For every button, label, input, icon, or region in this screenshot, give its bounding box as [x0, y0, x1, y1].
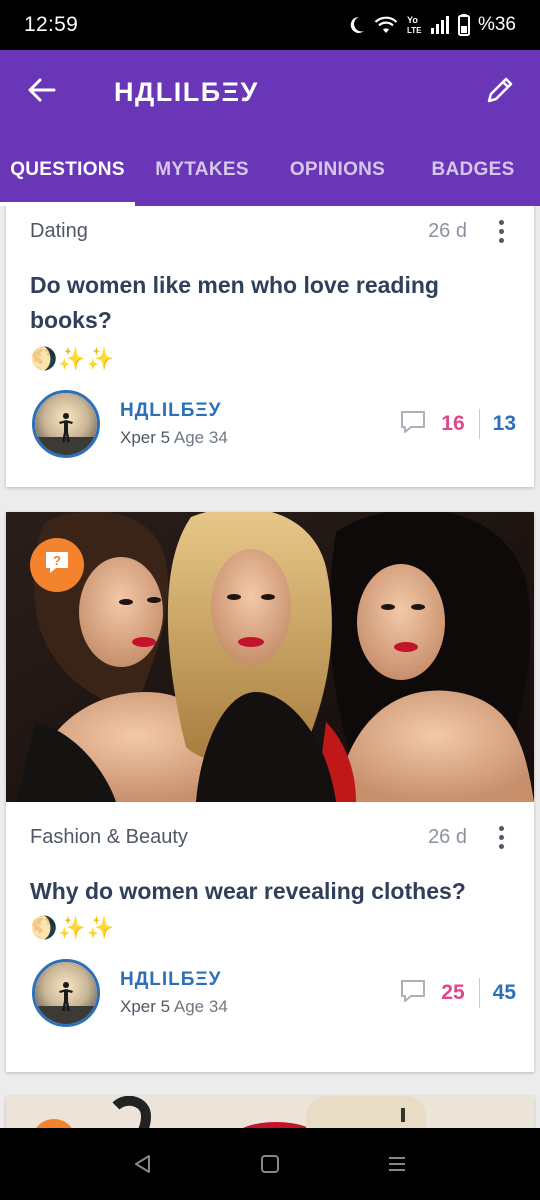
question-title[interactable]: Why do women wear revealing clothes?	[6, 874, 534, 909]
back-button[interactable]	[0, 50, 84, 134]
post-stats: 16 13	[399, 409, 516, 440]
svg-text:LTE: LTE	[407, 26, 422, 35]
comment-count: 25	[441, 981, 465, 1004]
author-sub: Xper 5 Age 34	[120, 997, 399, 1017]
status-time: 12:59	[24, 13, 79, 36]
moon-icon	[346, 15, 366, 35]
status-icons: Yo LTE %36	[346, 14, 516, 36]
profile-tabs: QUESTIONS MYTAKES OPINIONS BADGES	[0, 134, 540, 206]
nav-recents-icon[interactable]	[386, 1153, 408, 1175]
author-sub: Xper 5 Age 34	[120, 428, 399, 448]
comment-icon	[399, 978, 427, 1009]
tab-badges[interactable]: BADGES	[406, 134, 540, 206]
comment-count: 16	[441, 412, 465, 435]
card-meta: Fashion & Beauty 26 d	[6, 802, 534, 852]
back-arrow-icon	[28, 78, 56, 107]
stat-divider	[478, 409, 480, 439]
question-feed[interactable]: Dating 26 d Do women like men who love r…	[0, 206, 540, 1128]
question-type-badge: ?	[30, 538, 84, 592]
author-age: Age 34	[173, 997, 228, 1016]
opinion-count: 45	[492, 981, 516, 1004]
category-label[interactable]: Fashion & Beauty	[30, 826, 188, 849]
page-title: НДLILБΞУ	[114, 76, 259, 107]
wifi-icon	[374, 15, 398, 35]
svg-text:Yo: Yo	[407, 15, 418, 25]
more-options-icon[interactable]	[493, 822, 510, 853]
emoji-row: 🌖✨✨	[30, 346, 116, 371]
category-label[interactable]: Dating	[30, 220, 88, 243]
system-nav-bar	[0, 1128, 540, 1200]
emoji-row: 🌖✨✨	[30, 915, 116, 940]
author-name[interactable]: НДLILБΞУ	[120, 400, 399, 422]
edit-button[interactable]	[460, 50, 540, 134]
post-age: 26 d	[428, 219, 467, 242]
tab-mytakes[interactable]: MYTAKES	[135, 134, 269, 206]
app-bar: НДLILБΞУ	[0, 50, 540, 134]
question-card[interactable]: Dating 26 d Do women like men who love r…	[6, 206, 534, 487]
comment-icon	[399, 409, 427, 440]
volte-icon: Yo LTE	[406, 14, 422, 36]
nav-home-icon[interactable]	[259, 1153, 281, 1175]
battery-icon	[457, 14, 470, 36]
more-options-icon[interactable]	[493, 216, 510, 247]
question-card[interactable]	[6, 1096, 534, 1128]
author-row: НДLILБΞУ Xper 5 Age 34 16 13	[6, 390, 534, 458]
stat-divider	[478, 978, 480, 1008]
post-age: 26 d	[428, 825, 467, 848]
question-image[interactable]	[6, 1096, 534, 1128]
question-bubble-icon: ?	[43, 549, 71, 582]
nav-back-icon[interactable]	[132, 1153, 154, 1175]
author-level: Xper 5	[120, 997, 171, 1016]
author-name[interactable]: НДLILБΞУ	[120, 969, 399, 991]
avatar[interactable]	[32, 959, 100, 1027]
svg-text:?: ?	[53, 553, 61, 568]
question-title[interactable]: Do women like men who love reading books…	[6, 268, 534, 338]
author-row: НДLILБΞУ Xper 5 Age 34 25 45	[6, 959, 534, 1027]
tab-opinions[interactable]: OPINIONS	[269, 134, 406, 206]
battery-percent: %36	[477, 14, 516, 35]
question-image[interactable]: ?	[6, 512, 534, 802]
post-stats: 25 45	[399, 978, 516, 1009]
avatar[interactable]	[32, 390, 100, 458]
signal-icon	[430, 16, 450, 34]
status-bar: 12:59 Yo LTE %36	[0, 0, 540, 50]
author-age: Age 34	[173, 428, 228, 447]
pencil-icon	[484, 74, 516, 111]
author-level: Xper 5	[120, 428, 171, 447]
question-card[interactable]: ? Fashion & Beauty 26 d Why do women wea…	[6, 512, 534, 1072]
opinion-count: 13	[492, 412, 516, 435]
card-meta: Dating 26 d	[6, 206, 534, 246]
tab-questions[interactable]: QUESTIONS	[0, 134, 135, 206]
